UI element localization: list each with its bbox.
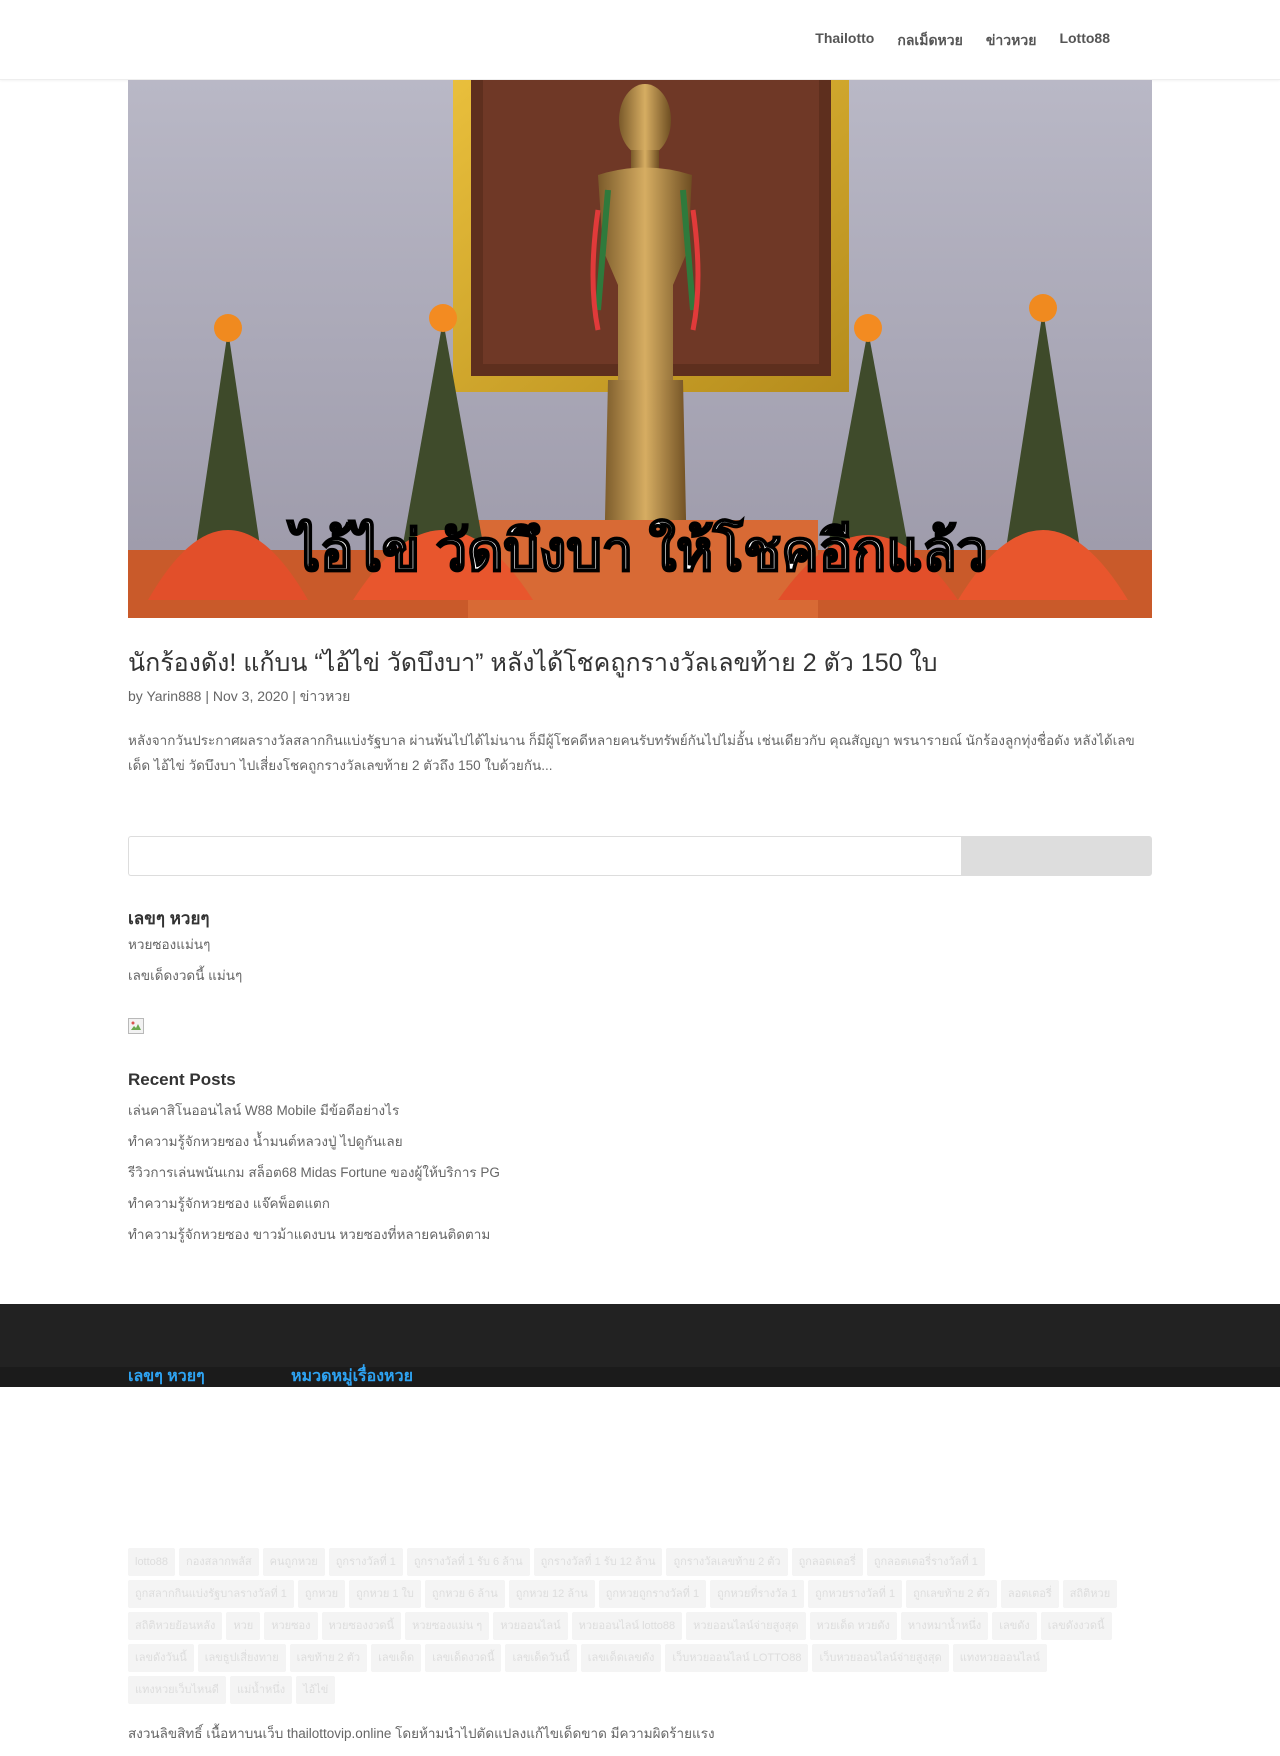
tag-link[interactable]: ถูกลอตเตอรี่รางวัลที่ 1 — [866, 1548, 985, 1576]
tag-link[interactable]: เว็บหวยออนไลน์จ่ายสูงสุด — [812, 1644, 949, 1672]
tag-cloud: lotto88 กองสลากพลัส คนถูกหวย ถูกรางวัลที่ 1… — [128, 1548, 1152, 1708]
tag-link[interactable]: เลขดังงวดนี้ — [1040, 1612, 1112, 1640]
tag-link[interactable]: เว็บหวยออนไลน์ LOTTO88 — [665, 1644, 809, 1672]
recent-post-link[interactable]: ทำความรู้จักหวยซอง ขาวม้าแดงบน หวยซองที่… — [128, 1227, 490, 1242]
tag-link[interactable]: เลขธูปเสี่ยงทาย — [197, 1644, 286, 1672]
tag-link[interactable]: แทงหวยเว็บไหนดี — [128, 1676, 226, 1704]
tag-link[interactable]: หวยซองแม่น ๆ — [405, 1612, 490, 1640]
widget-link[interactable]: หวยซองแม่นๆ — [128, 937, 210, 952]
nav-item-news[interactable]: ข่าวหวย — [986, 30, 1037, 52]
post-meta: by Yarin888 | Nov 3, 2020 | ข่าวหวย — [128, 686, 350, 708]
nav-item-thailotto[interactable]: Thailotto — [815, 30, 874, 52]
copyright-text: สงวนลิขสิทธิ์ เนื้อหาบนเว็บ thailottovip… — [128, 1726, 715, 1741]
tag-link[interactable]: ถูกเลขท้าย 2 ตัว — [906, 1580, 997, 1608]
broken-image-icon — [128, 1018, 144, 1034]
site-header: Thailotto กลเม็ดหวย ข่าวหวย Lotto88 — [0, 0, 1280, 80]
tag-link[interactable]: หวยออนไลน์จ่ายสูงสุด — [686, 1612, 806, 1640]
recent-post-link[interactable]: เล่นคาสิโนออนไลน์ W88 Mobile มีข้อดีอย่า… — [128, 1103, 399, 1118]
footer-heading-numbers: เลขๆ หวยๆ — [128, 1368, 205, 1385]
tag-link[interactable]: ถูกสลากกินแบ่งรัฐบาลรางวัลที่ 1 — [128, 1580, 294, 1608]
tag-link[interactable]: สถิติหวย — [1062, 1580, 1118, 1608]
tag-link[interactable]: ถูกหวยที่รางวัล 1 — [710, 1580, 805, 1608]
list-item: ทำความรู้จักหวยซอง แจ๊คพ็อตแตก — [128, 1193, 500, 1224]
list-item: เล่นคาสิโนออนไลน์ W88 Mobile มีข้อดีอย่า… — [128, 1100, 500, 1131]
meta-date: Nov 3, 2020 — [212, 688, 289, 704]
list-item: ทำความรู้จักหวยซอง น้ำมนต์หลวงปู่ ไปดูกั… — [128, 1131, 500, 1162]
tag-link[interactable]: เลขเด็ด — [371, 1644, 422, 1672]
tag-link[interactable]: เลขดัง — [992, 1612, 1037, 1640]
tag-link[interactable]: ถูกรางวัลที่ 1 — [328, 1548, 403, 1576]
tag-link[interactable]: สถิติหวยย้อนหลัง — [128, 1612, 223, 1640]
post-excerpt: หลังจากวันประกาศผลรางวัลสลากกินแบ่งรัฐบา… — [128, 733, 1135, 773]
footer-widgets-area — [0, 1304, 1280, 1367]
search-button[interactable] — [961, 836, 1152, 876]
featured-image-caption: ไอ้ไข่ วัดบึงบา ให้โชคอีกแล้ว — [287, 518, 988, 582]
tag-link[interactable]: เลขเด็ดวันนี้ — [505, 1644, 577, 1672]
tag-link[interactable]: แทงหวยออนไลน์ — [952, 1644, 1047, 1672]
tag-link[interactable]: หวยเด็ด หวยดัง — [809, 1612, 897, 1640]
recent-post-link[interactable]: ทำความรู้จักหวยซอง น้ำมนต์หลวงปู่ ไปดูกั… — [128, 1134, 403, 1149]
tag-link[interactable]: เลขดังวันนี้ — [128, 1644, 194, 1672]
tag-link[interactable]: หวยซองงวดนี้ — [321, 1612, 402, 1640]
tag-link[interactable]: ถูกหวย 12 ล้าน — [508, 1580, 595, 1608]
meta-category-link[interactable]: ข่าวหวย — [300, 688, 351, 704]
tag-link[interactable]: ถูกหวย 1 ใบ — [349, 1580, 421, 1608]
list-item: เลขเด็ดงวดนี้ แม่นๆ — [128, 965, 242, 996]
tag-link[interactable]: เลขเด็ดเลขดัง — [580, 1644, 662, 1672]
tag-link[interactable]: หวย — [226, 1612, 261, 1640]
recent-posts-list: เล่นคาสิโนออนไลน์ W88 Mobile มีข้อดีอย่า… — [128, 1100, 500, 1255]
tag-link[interactable]: กองสลากพลัส — [179, 1548, 259, 1576]
nav-item-tricks[interactable]: กลเม็ดหวย — [897, 30, 962, 52]
footer-heading-categories: หมวดหมู่เรื่องหวย — [291, 1368, 413, 1385]
tag-link[interactable]: หวยออนไลน์ — [493, 1612, 568, 1640]
list-item: ทำความรู้จักหวยซอง ขาวม้าแดงบน หวยซองที่… — [128, 1224, 500, 1255]
widget-title-recent-posts: Recent Posts — [128, 1070, 236, 1089]
widget-numbers-list: หวยซองแม่นๆ เลขเด็ดงวดนี้ แม่นๆ — [128, 934, 242, 996]
tag-link[interactable]: หวยออนไลน์ lotto88 — [571, 1612, 683, 1640]
tag-link[interactable]: ถูกลอตเตอรี่ — [791, 1548, 863, 1576]
meta-separator: | — [205, 688, 209, 704]
tag-link[interactable]: เลขเด็ดงวดนี้ — [425, 1644, 502, 1672]
tag-link[interactable]: ลอตเตอรี่ — [1000, 1580, 1059, 1608]
meta-by: by — [128, 688, 143, 704]
search-form — [128, 836, 1152, 876]
recent-post-link[interactable]: รีวิวการเล่นพนันเกม สล็อต68 Midas Fortun… — [128, 1165, 500, 1180]
tag-link[interactable]: คนถูกหวย — [262, 1548, 325, 1576]
tag-link[interactable]: ไอ้ไข่ — [296, 1676, 336, 1704]
tag-link[interactable]: ถูกรางวัลที่ 1 รับ 12 ล้าน — [533, 1548, 663, 1576]
tag-link[interactable]: ถูกรางวัลเลขท้าย 2 ตัว — [666, 1548, 788, 1576]
tag-link[interactable]: ถูกหวย — [297, 1580, 346, 1608]
main-nav: Thailotto กลเม็ดหวย ข่าวหวย Lotto88 — [815, 30, 1110, 52]
tag-link[interactable]: หางหมาน้ำหนึ่ง — [900, 1612, 989, 1640]
widget-title-numbers: เลขๆ หวยๆ — [128, 909, 210, 928]
tag-link[interactable]: ถูกหวยถูกรางวัลที่ 1 — [598, 1580, 707, 1608]
tag-link[interactable]: lotto88 — [128, 1548, 176, 1576]
featured-photo: ไอ้ไข่ วัดบึงบา ให้โชคอีกแล้ว — [128, 80, 1152, 618]
tag-link[interactable]: ถูกหวย 6 ล้าน — [424, 1580, 505, 1608]
tag-link[interactable]: หวยซอง — [264, 1612, 318, 1640]
tag-link[interactable]: เลขท้าย 2 ตัว — [289, 1644, 368, 1672]
recent-post-link[interactable]: ทำความรู้จักหวยซอง แจ๊คพ็อตแตก — [128, 1196, 330, 1211]
post-title[interactable]: นักร้องดัง! แก้บน “ไอ้ไข่ วัดบึงบา” หลัง… — [128, 643, 938, 683]
tag-link[interactable]: ถูกหวยรางวัลที่ 1 — [808, 1580, 903, 1608]
featured-image[interactable]: ไอ้ไข่ วัดบึงบา ให้โชคอีกแล้ว — [128, 80, 1152, 618]
tag-link[interactable]: ถูกรางวัลที่ 1 รับ 6 ล้าน — [406, 1548, 530, 1576]
meta-separator: | — [292, 688, 296, 704]
list-item: รีวิวการเล่นพนันเกม สล็อต68 Midas Fortun… — [128, 1162, 500, 1193]
list-item: หวยซองแม่นๆ — [128, 934, 242, 965]
tag-link[interactable]: แม่น้ำหนึ่ง — [229, 1676, 293, 1704]
meta-author-link[interactable]: Yarin888 — [146, 688, 201, 704]
nav-item-lotto88[interactable]: Lotto88 — [1059, 30, 1110, 52]
search-input[interactable] — [128, 836, 961, 876]
widget-link[interactable]: เลขเด็ดงวดนี้ แม่นๆ — [128, 968, 242, 983]
